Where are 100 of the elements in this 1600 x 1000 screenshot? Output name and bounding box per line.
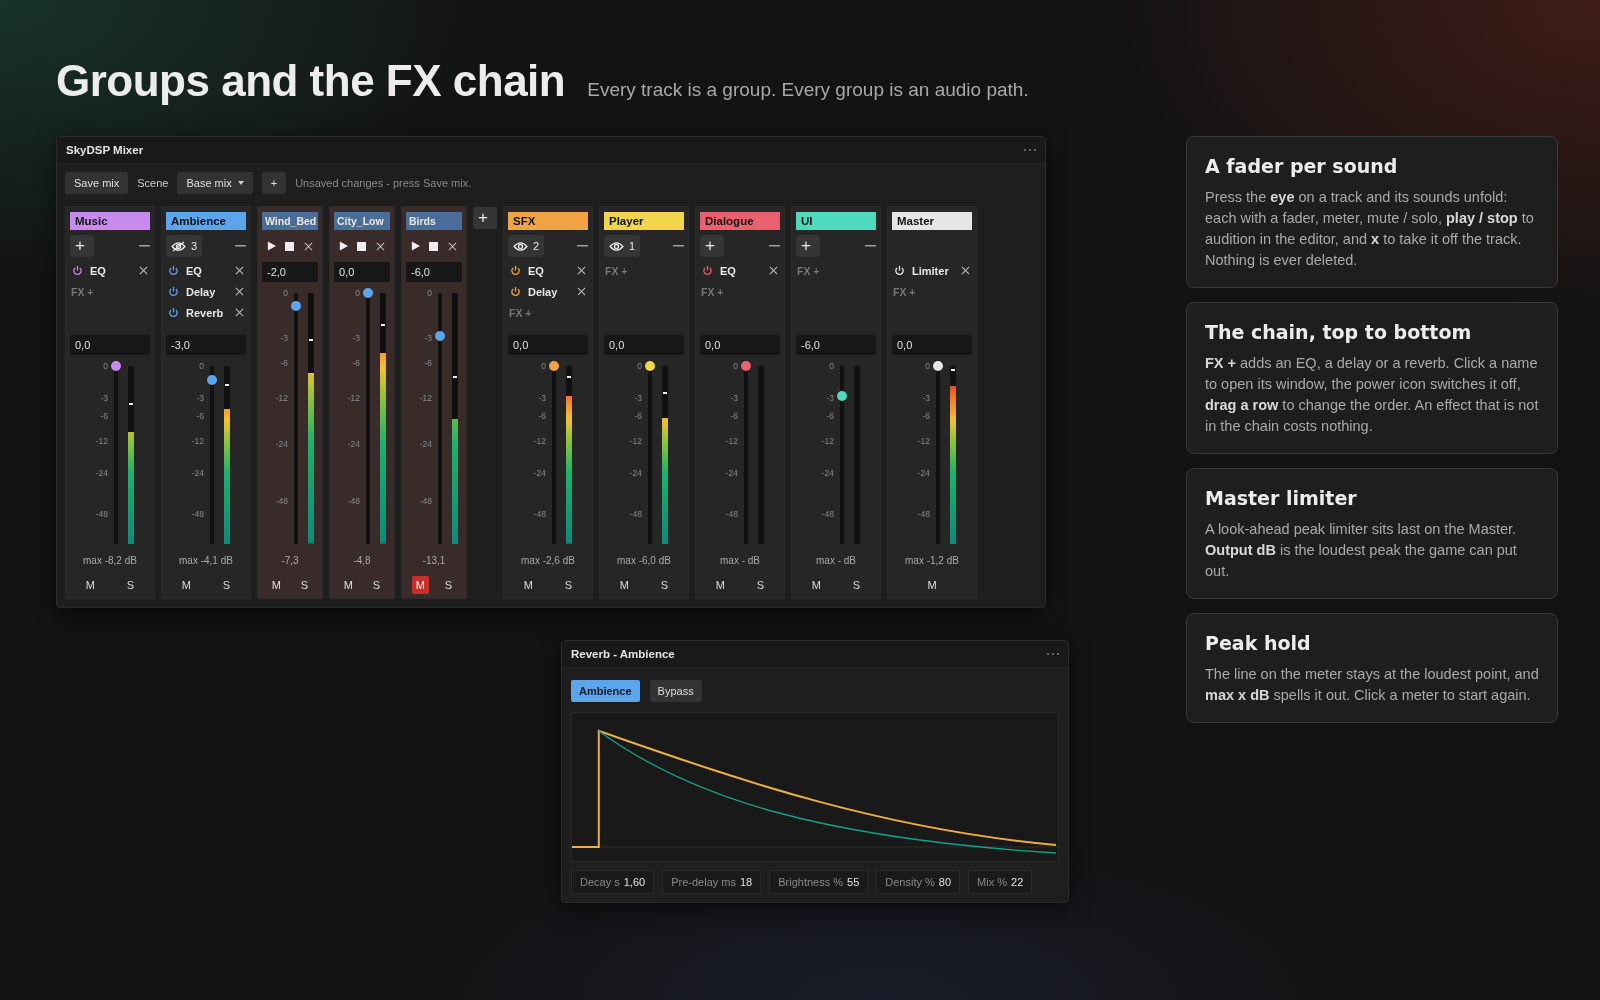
close-icon[interactable] (139, 266, 148, 275)
effect-name[interactable]: Reverb (186, 306, 228, 319)
tab[interactable]: Ambience (571, 680, 640, 702)
power-icon[interactable] (510, 265, 521, 276)
track-name[interactable]: Player (604, 212, 684, 230)
add-button[interactable]: + (700, 235, 724, 257)
fader-thumb[interactable] (549, 361, 559, 371)
level-meter[interactable] (452, 293, 458, 544)
gain-field[interactable]: 0,0 (604, 335, 684, 355)
gain-field[interactable]: 0,0 (892, 335, 972, 355)
close-icon[interactable] (376, 241, 386, 251)
track-name[interactable]: Ambience (166, 212, 246, 230)
mute-button[interactable]: M (519, 576, 538, 594)
add-sound-button[interactable]: + (473, 207, 497, 229)
solo-button[interactable]: S (752, 576, 769, 594)
gain-field[interactable]: -3,0 (166, 335, 246, 355)
close-icon[interactable] (577, 266, 586, 275)
power-icon[interactable] (72, 265, 83, 276)
track-name[interactable]: Dialogue (700, 212, 780, 230)
mute-button[interactable]: M (807, 576, 826, 594)
solo-button[interactable]: S (848, 576, 865, 594)
mute-button[interactable]: M (81, 576, 100, 594)
play-icon[interactable] (410, 241, 420, 251)
effect-name[interactable]: EQ (186, 264, 228, 277)
fader-thumb[interactable] (741, 361, 751, 371)
fader-thumb[interactable] (933, 361, 943, 371)
track-name[interactable]: SFX (508, 212, 588, 230)
mute-button[interactable]: M (267, 576, 286, 594)
effect-name[interactable]: Delay (528, 285, 570, 298)
power-icon[interactable] (510, 286, 521, 297)
level-meter[interactable] (566, 366, 572, 544)
fader-thumb[interactable] (363, 288, 373, 298)
stop-icon[interactable] (357, 241, 367, 251)
level-meter[interactable] (380, 293, 386, 544)
close-icon[interactable] (961, 266, 970, 275)
mute-button[interactable]: M (411, 576, 430, 594)
mute-button[interactable]: M (711, 576, 730, 594)
level-meter[interactable] (224, 366, 230, 544)
close-icon[interactable] (235, 308, 244, 317)
gain-field[interactable]: 0,0 (70, 335, 150, 355)
fader-thumb[interactable] (291, 300, 301, 311)
level-meter[interactable] (308, 293, 314, 544)
mute-button[interactable]: M (923, 576, 941, 594)
close-icon[interactable] (448, 241, 458, 251)
parameter-field[interactable]: Pre-delay ms 18 (662, 870, 762, 894)
gain-field[interactable]: 0,0 (334, 262, 390, 282)
track-name[interactable]: Birds (406, 212, 462, 230)
add-button[interactable]: + (70, 235, 94, 257)
close-icon[interactable] (577, 287, 586, 296)
gain-field[interactable]: 0,0 (508, 335, 588, 355)
save-button[interactable]: Save mix (65, 172, 129, 194)
track-name[interactable]: City_Low (334, 212, 390, 230)
mute-button[interactable]: M (339, 576, 358, 594)
track-name[interactable]: Wind_Bed (262, 212, 318, 230)
show-sounds-toggle[interactable]: 2 (508, 235, 545, 257)
track-name[interactable]: Master (892, 212, 972, 230)
close-icon[interactable] (304, 241, 314, 251)
level-meter[interactable] (662, 366, 668, 544)
play-icon[interactable] (266, 241, 276, 251)
stop-icon[interactable] (285, 241, 295, 251)
parameter-field[interactable]: Brightness % 55 (769, 870, 869, 894)
solo-button[interactable]: S (368, 576, 385, 594)
solo-button[interactable]: S (656, 576, 673, 594)
add-button[interactable]: + (796, 235, 820, 257)
add-button[interactable]: + (261, 172, 287, 194)
gain-field[interactable]: -2,0 (262, 262, 318, 282)
solo-button[interactable]: S (296, 576, 313, 594)
gain-field[interactable]: -6,0 (796, 335, 876, 355)
effect-name[interactable]: EQ (528, 264, 570, 277)
track-name[interactable]: UI (796, 212, 876, 230)
parameter-field[interactable]: Decay s 1,60 (571, 870, 655, 894)
fader-thumb[interactable] (645, 361, 655, 371)
fader-thumb[interactable] (435, 330, 445, 341)
gain-field[interactable]: -6,0 (406, 262, 462, 282)
scene-dropdown[interactable]: Base mix (177, 172, 253, 194)
fader-thumb[interactable] (111, 361, 121, 371)
solo-button[interactable]: S (560, 576, 577, 594)
stop-icon[interactable] (429, 241, 439, 251)
track-name[interactable]: Music (70, 212, 150, 230)
solo-button[interactable]: S (440, 576, 457, 594)
mute-button[interactable]: M (177, 576, 196, 594)
parameter-field[interactable]: Density % 80 (876, 870, 961, 894)
show-sounds-toggle[interactable]: 1 (604, 235, 641, 257)
solo-button[interactable]: S (122, 576, 139, 594)
effect-name[interactable]: Delay (186, 285, 228, 298)
power-icon[interactable] (168, 265, 179, 276)
gain-field[interactable]: 0,0 (700, 335, 780, 355)
fader-thumb[interactable] (837, 391, 847, 402)
effect-name[interactable]: EQ (720, 264, 762, 277)
show-sounds-toggle[interactable]: 3 (166, 235, 203, 257)
tab[interactable]: Bypass (649, 680, 702, 702)
close-icon[interactable] (235, 287, 244, 296)
effect-name[interactable]: Limiter (912, 264, 954, 277)
mute-button[interactable]: M (615, 576, 634, 594)
close-icon[interactable] (769, 266, 778, 275)
solo-button[interactable]: S (218, 576, 235, 594)
fader-thumb[interactable] (207, 375, 217, 386)
parameter-field[interactable]: Mix % 22 (968, 870, 1033, 894)
effect-name[interactable]: EQ (90, 264, 132, 277)
play-icon[interactable] (338, 241, 348, 251)
